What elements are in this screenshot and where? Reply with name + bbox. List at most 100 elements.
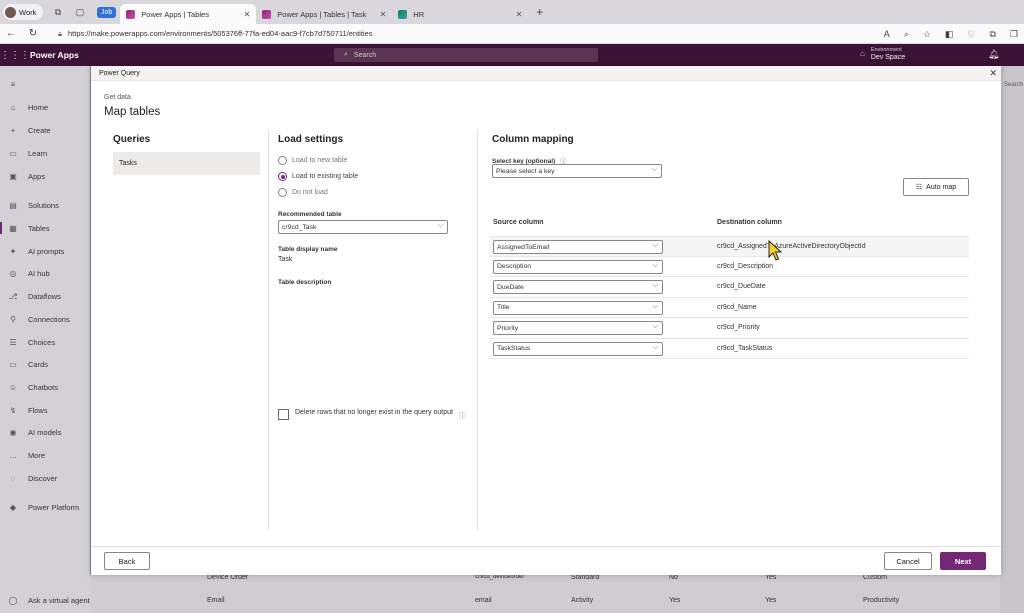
table-description-label: Table description (278, 279, 332, 286)
global-search-input[interactable]: ⌕ Search (334, 48, 598, 62)
select-value: TaskStatus (497, 345, 531, 352)
delete-rows-label: Delete rows that no longer exist in the … (295, 409, 453, 416)
recommended-table-select[interactable]: cr9cd_Task ⌵ (278, 220, 448, 234)
info-icon[interactable]: ⓘ (459, 411, 466, 421)
nav-item-home[interactable]: ⌂ Home (8, 103, 48, 112)
close-tab-icon[interactable]: ✕ (244, 10, 251, 19)
nav-item-ai-hub[interactable]: ◎ AI hub (8, 269, 50, 278)
profile-button[interactable]: Work (3, 4, 43, 20)
tab-power-apps-tables[interactable]: Power Apps | Tables ✕ (120, 4, 257, 24)
source-column-select[interactable]: DueDate ⌵ (493, 280, 663, 294)
delete-rows-checkbox[interactable] (278, 409, 289, 420)
table-display-name-value: Task (278, 256, 293, 263)
nav-item-choices[interactable]: ☰ Choices (8, 338, 55, 347)
source-column-select[interactable]: TaskStatus ⌵ (493, 341, 663, 356)
zoom-icon[interactable]: ⌕ (904, 29, 909, 40)
app-header: ⋮⋮⋮ Power Apps ⌕ Search ⌂ Environment De… (0, 44, 1024, 66)
nav-item-cards[interactable]: ▭ Cards (8, 360, 48, 369)
back-arrow-icon[interactable]: ← (0, 28, 22, 39)
environment-name: Dev Space (870, 54, 906, 61)
dialog-titlebar: Power Query (91, 66, 1001, 81)
nav-item-ai-models[interactable]: ◉ AI models (8, 428, 62, 437)
read-aloud-icon[interactable]: A (884, 29, 890, 39)
select-key-dropdown[interactable]: Please select a key ⌵ (492, 164, 662, 178)
radio-do-not-load[interactable]: Do not load (278, 188, 328, 197)
split-screen-icon[interactable]: ⧉ (989, 29, 995, 40)
source-column-select[interactable]: Title ⌵ (493, 300, 663, 315)
close-icon[interactable]: ✕ (989, 68, 997, 79)
virtual-agent-link[interactable]: ◯ Ask a virtual agent (8, 596, 90, 605)
refresh-icon[interactable]: ↻ (22, 28, 44, 39)
nav-item-create[interactable]: + Create (8, 126, 51, 135)
cell-schema: email (475, 597, 492, 604)
select-value: DueDate (497, 283, 524, 291)
tab-power-apps-tables-task[interactable]: Power Apps | Tables | Task ✕ (256, 4, 392, 24)
workspaces-icon[interactable]: ⧉ (51, 5, 65, 19)
nav-item-tables[interactable]: ▦ Tables (0, 222, 50, 234)
nav-item-power-platform[interactable]: ◆ Power Platform (8, 503, 79, 512)
source-column-select[interactable]: Priority ⌵ (493, 321, 663, 335)
source-column-select[interactable]: Description ⌵ (493, 259, 663, 274)
radio-button[interactable] (278, 188, 287, 197)
background-page-edge: Search (1000, 66, 1024, 613)
nav-item-more[interactable]: … More (8, 451, 45, 460)
power-apps-favicon (262, 9, 272, 19)
notifications-icon[interactable]: 🔔︎ (988, 49, 999, 60)
select-value: Priority (497, 324, 519, 332)
query-item-tasks[interactable]: Tasks (113, 152, 260, 175)
nav-item-chatbots[interactable]: ☺ Chatbots (8, 383, 58, 392)
next-button[interactable]: Next (940, 552, 986, 570)
tab-group-badge[interactable]: Job (97, 6, 117, 18)
nav-item-flows[interactable]: ↯ Flows (8, 406, 48, 415)
tab-actions-icon[interactable]: ▢ (73, 5, 87, 19)
environment-picker[interactable]: ⌂ Environment Dev Space (860, 46, 905, 62)
auto-map-button[interactable]: ☷ Auto map (903, 178, 969, 196)
home-icon: ⌂ (10, 103, 16, 112)
nav-item-solutions[interactable]: ▤ Solutions (8, 201, 59, 210)
app-launcher-icon[interactable]: ⋮⋮⋮ (0, 50, 30, 61)
mapping-row: TaskStatus ⌵ cr9cd_TaskStatus (489, 339, 969, 359)
collections-icon[interactable]: ❐ (1010, 29, 1018, 40)
tab-hr[interactable]: HR ✕ (392, 4, 528, 24)
cancel-button[interactable]: Cancel (884, 552, 932, 570)
url-field[interactable]: 🔒︎ https://make.powerapps.com/environment… (58, 29, 373, 39)
nav-item-learn[interactable]: ▭ Learn (8, 149, 47, 158)
radio-button[interactable] (278, 156, 287, 165)
nav-item-discover[interactable]: ◌ Discover (8, 474, 58, 483)
nav-label: Solutions (28, 201, 59, 210)
nav-item-dataflows[interactable]: ⎇ Dataflows (8, 292, 61, 301)
nav-label: Flows (28, 406, 48, 415)
close-tab-icon[interactable]: ✕ (516, 10, 523, 19)
nav-item-connections[interactable]: ⚲ Connections (8, 315, 70, 324)
chevron-down-icon: ⌵ (652, 282, 658, 289)
hamburger-menu-icon[interactable]: ≡ (8, 80, 18, 89)
nav-label: Choices (28, 338, 56, 347)
more-icon: … (9, 451, 17, 460)
browser-essentials-icon[interactable]: ♡ (967, 29, 975, 40)
nav-label: Ask a virtual agent (28, 596, 90, 605)
back-button[interactable]: Back (104, 552, 150, 570)
power-platform-icon: ◆ (9, 503, 17, 512)
chevron-down-icon: ⌵ (652, 343, 658, 351)
nav-label: Power Platform (28, 503, 80, 512)
radio-button[interactable] (278, 172, 287, 181)
nav-item-apps[interactable]: ▣ Apps (8, 172, 45, 181)
table-icon: ▦ (9, 224, 17, 233)
nav-label: Connections (28, 315, 70, 324)
ai-model-icon: ◉ (9, 428, 17, 437)
radio-load-new-table[interactable]: Load to new table (278, 156, 347, 165)
source-column-select[interactable]: AssignedToEmail ⌵ (493, 240, 663, 254)
favorite-star-icon[interactable]: ☆ (923, 29, 931, 40)
avatar (5, 6, 16, 18)
radio-load-existing-table[interactable]: Load to existing table (278, 172, 358, 181)
nav-label: Learn (28, 149, 48, 158)
plus-icon: + (10, 126, 16, 135)
new-tab-icon[interactable]: + (536, 5, 543, 19)
cell-value: Yes (669, 597, 681, 604)
extension-icon[interactable]: ◧ (945, 29, 954, 40)
select-value: AssignedToEmail (497, 243, 550, 251)
address-bar: ← ↻ 🔒︎ https://make.powerapps.com/environ… (0, 24, 1024, 44)
destination-column-value: cr9cd_TaskStatus (717, 344, 773, 352)
nav-item-ai-prompts[interactable]: ✦ AI prompts (8, 247, 65, 256)
close-tab-icon[interactable]: ✕ (380, 10, 387, 19)
